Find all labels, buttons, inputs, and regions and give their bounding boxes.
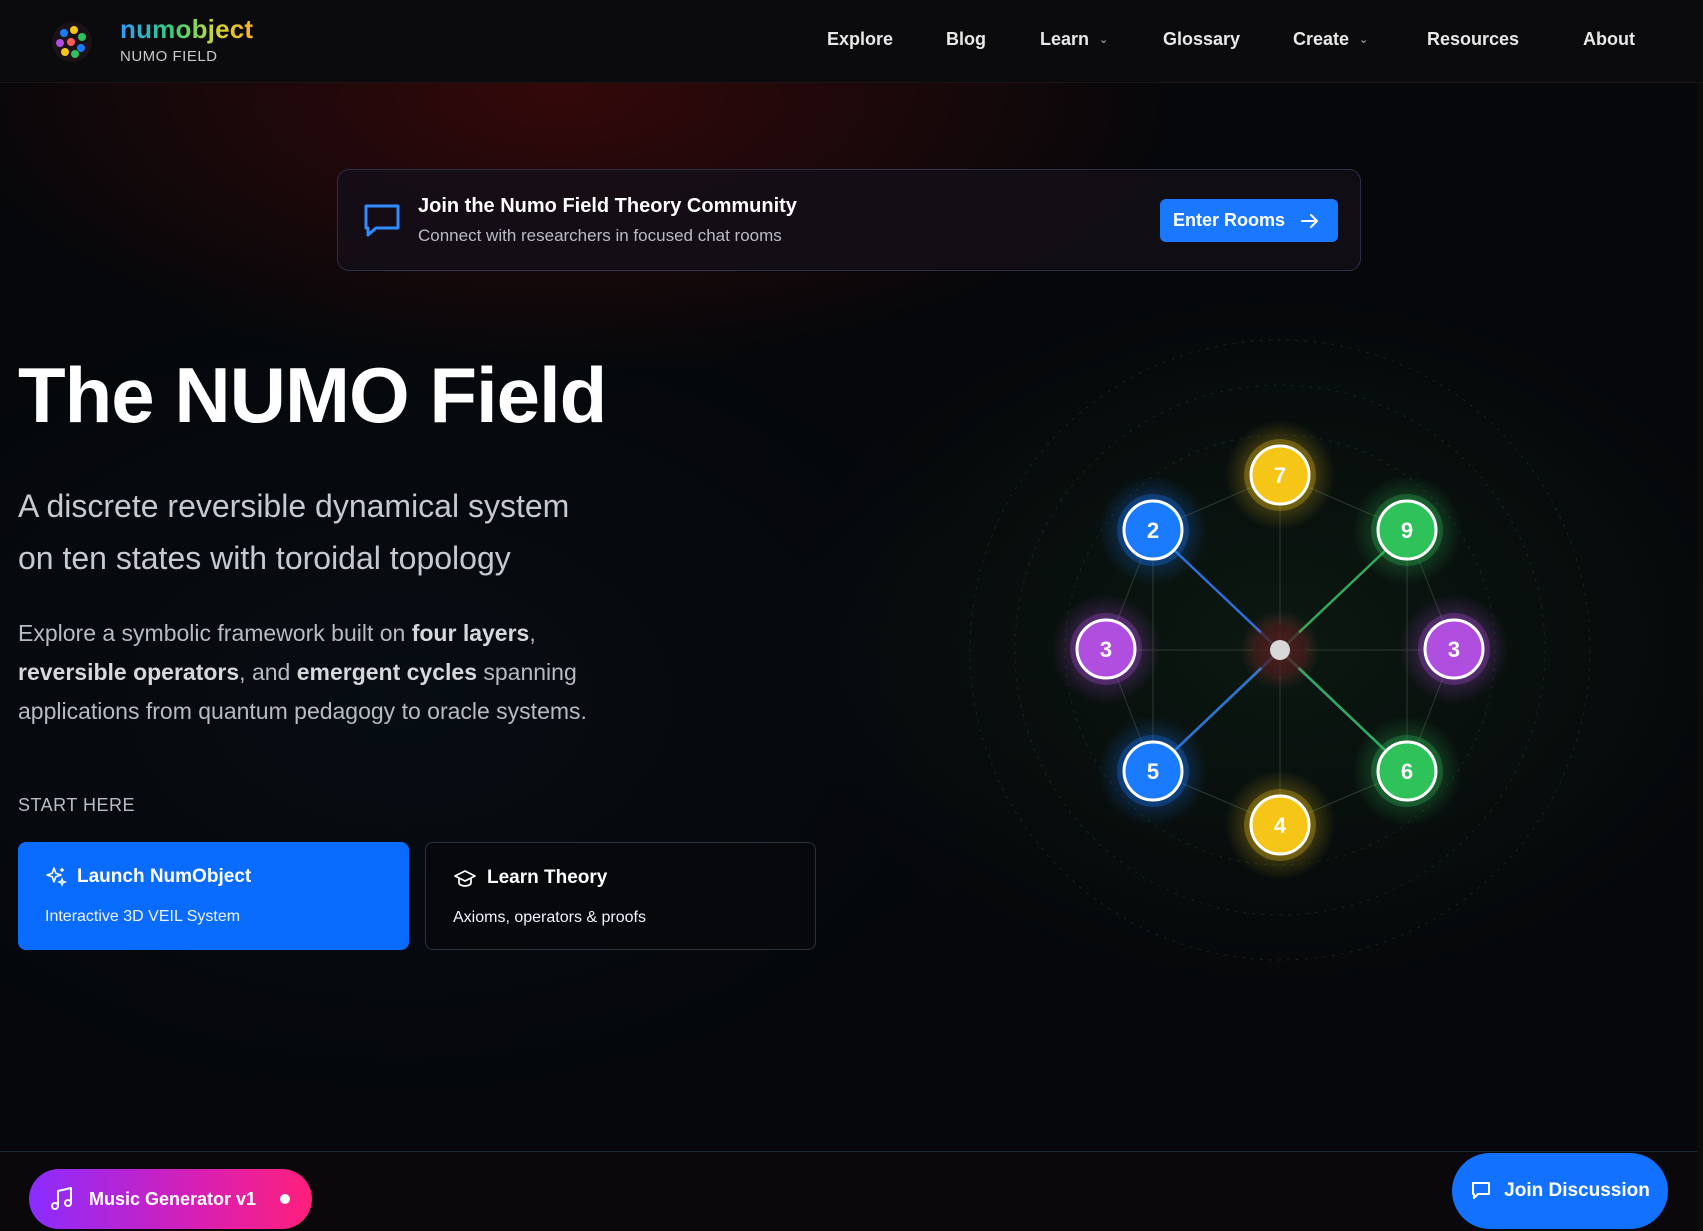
desc-text: , and bbox=[239, 659, 297, 685]
nav-label: Blog bbox=[946, 29, 986, 49]
arrow-right-icon bbox=[1301, 213, 1319, 228]
brand-subtitle: NUMO FIELD bbox=[120, 48, 218, 65]
node-layer: 7 2 9 3 3 5 6 4 bbox=[1051, 420, 1509, 880]
field-node-6: 6 bbox=[1352, 716, 1462, 826]
node-label: 4 bbox=[1274, 813, 1287, 838]
launch-numobject-card[interactable]: Launch NumObject Interactive 3D VEIL Sys… bbox=[18, 842, 409, 950]
card-subtitle: Axioms, operators & proofs bbox=[453, 909, 646, 926]
hero-subtitle: A discrete reversible dynamical system o… bbox=[18, 480, 658, 584]
node-label: 2 bbox=[1147, 518, 1159, 543]
chat-bubble-icon bbox=[1472, 1182, 1491, 1199]
nav-label: Create bbox=[1293, 29, 1350, 49]
card-title: Launch NumObject bbox=[45, 866, 251, 888]
enter-rooms-button[interactable]: Enter Rooms bbox=[1160, 199, 1338, 242]
center-node bbox=[1270, 640, 1290, 660]
join-discussion-label: Join Discussion bbox=[1504, 1180, 1650, 1201]
nav-label: About bbox=[1583, 29, 1635, 49]
hero-subtitle-line-2: on ten states with toroidal topology bbox=[18, 540, 511, 576]
node-label: 3 bbox=[1448, 637, 1460, 662]
numobject-logo-icon[interactable] bbox=[50, 20, 94, 64]
community-banner: Join the Numo Field Theory Community Con… bbox=[337, 169, 1361, 271]
music-generator-label: Music Generator v1 bbox=[89, 1188, 257, 1209]
nav-label: Learn bbox=[1040, 29, 1090, 49]
numo-field-diagram: 7 2 9 3 3 5 6 4 bbox=[969, 339, 1591, 961]
field-node-3: 3 bbox=[1051, 594, 1161, 704]
banner-title: Join the Numo Field Theory Community bbox=[418, 195, 797, 217]
field-node-9: 9 bbox=[1352, 475, 1462, 585]
chevron-down-icon: ⌄ bbox=[1359, 34, 1369, 46]
nav-create[interactable]: Create ⌄ bbox=[1293, 29, 1368, 50]
field-node-5: 5 bbox=[1098, 716, 1208, 826]
desc-text: Explore a symbolic framework built on bbox=[18, 620, 412, 646]
scrollbar[interactable] bbox=[1697, 0, 1703, 1231]
nav-about[interactable]: About bbox=[1583, 29, 1635, 50]
sparkles-icon bbox=[46, 867, 67, 888]
nav-resources[interactable]: Resources bbox=[1427, 29, 1519, 50]
node-label: 9 bbox=[1401, 518, 1413, 543]
nav-explore[interactable]: Explore bbox=[827, 29, 893, 50]
music-note-icon bbox=[51, 1187, 72, 1210]
desc-bold: emergent cycles bbox=[296, 659, 477, 685]
nav-blog[interactable]: Blog bbox=[946, 29, 986, 50]
graduation-cap-icon bbox=[454, 870, 476, 887]
nav-label: Resources bbox=[1427, 29, 1520, 49]
field-node-4: 4 bbox=[1225, 770, 1335, 880]
status-dot bbox=[280, 1194, 291, 1204]
card-subtitle: Interactive 3D VEIL System bbox=[45, 908, 241, 925]
chevron-down-icon: ⌄ bbox=[1099, 34, 1109, 46]
nav-label: Explore bbox=[827, 29, 894, 49]
node-label: 3 bbox=[1100, 637, 1112, 662]
node-label: 7 bbox=[1274, 463, 1286, 488]
learn-theory-card[interactable]: Learn Theory Axioms, operators & proofs bbox=[425, 842, 816, 950]
top-navigation-bar: numobject NUMO FIELD Explore Blog Learn ⌄… bbox=[0, 0, 1703, 83]
nav-label: Glossary bbox=[1163, 29, 1241, 49]
banner-subtitle: Connect with researchers in focused chat… bbox=[418, 226, 782, 245]
desc-bold: four layers bbox=[411, 620, 530, 646]
node-label: 5 bbox=[1147, 759, 1159, 784]
card-title: Learn Theory bbox=[453, 867, 607, 889]
nav-learn[interactable]: Learn ⌄ bbox=[1040, 29, 1108, 50]
start-here-label: START HERE bbox=[18, 795, 136, 815]
hero-title: The NUMO Field bbox=[18, 351, 607, 439]
brand-name: numobject bbox=[120, 14, 254, 44]
brand[interactable]: numobject NUMO FIELD bbox=[120, 14, 253, 65]
chat-bubble-icon bbox=[364, 204, 400, 237]
desc-bold: reversible operators bbox=[18, 659, 240, 685]
hero-subtitle-line-1: A discrete reversible dynamical system bbox=[18, 488, 570, 524]
hero-description: Explore a symbolic framework built on fo… bbox=[18, 614, 658, 731]
node-label: 6 bbox=[1401, 759, 1413, 784]
launch-numobject-label: Launch NumObject bbox=[77, 866, 252, 887]
join-discussion-button[interactable]: Join Discussion bbox=[1452, 1153, 1668, 1229]
enter-rooms-label: Enter Rooms bbox=[1173, 210, 1286, 230]
nav-glossary[interactable]: Glossary bbox=[1163, 29, 1240, 50]
music-generator-button[interactable]: Music Generator v1 bbox=[29, 1169, 312, 1229]
field-node-7: 7 bbox=[1225, 420, 1335, 530]
learn-theory-label: Learn Theory bbox=[487, 867, 608, 888]
field-node-2: 2 bbox=[1098, 475, 1208, 585]
desc-text: , bbox=[529, 620, 536, 646]
field-node-3: 3 bbox=[1399, 594, 1509, 704]
